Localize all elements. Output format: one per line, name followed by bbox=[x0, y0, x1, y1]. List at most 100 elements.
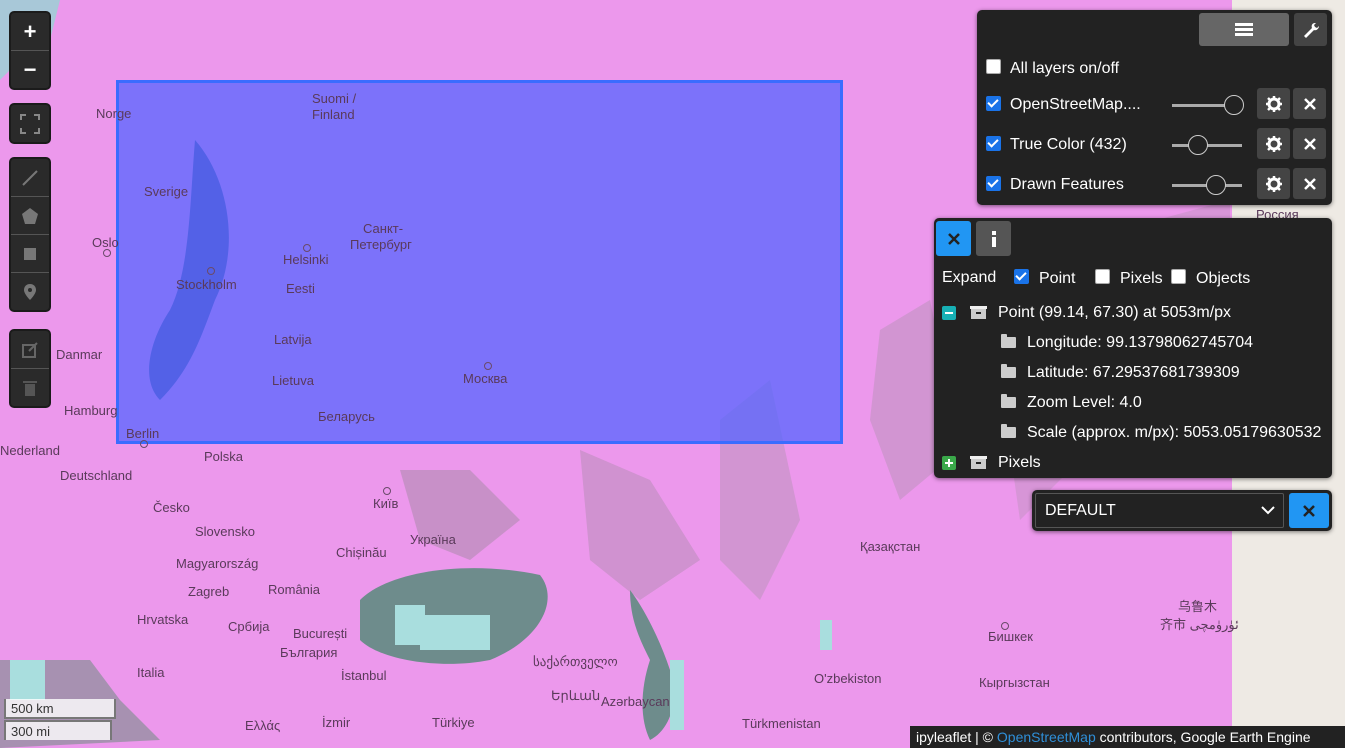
edit-layers-button[interactable] bbox=[11, 331, 49, 369]
map-label: Zagreb bbox=[188, 584, 230, 599]
layer-settings-button[interactable] bbox=[1257, 128, 1290, 159]
map-label: Київ bbox=[373, 496, 399, 511]
expand-option-checkbox[interactable] bbox=[1171, 269, 1186, 284]
expand-option-point: Point bbox=[1014, 269, 1075, 288]
pixels-node[interactable]: Pixels bbox=[942, 454, 1041, 472]
layer-name: Drawn Features bbox=[1010, 176, 1124, 193]
attribution-link[interactable]: OpenStreetMap bbox=[997, 729, 1096, 745]
edit-toolbar bbox=[9, 329, 51, 408]
polygon-icon bbox=[22, 207, 38, 224]
slider-knob[interactable] bbox=[1206, 175, 1226, 195]
point-node[interactable]: Point (99.14, 67.30) at 5053m/px bbox=[942, 304, 1231, 322]
tree-leaf: Zoom Level: 4.0 bbox=[1001, 394, 1142, 412]
layer-remove-button[interactable] bbox=[1293, 168, 1326, 199]
map-label: Finland bbox=[312, 107, 355, 122]
scale-bar-mi: 300 mi bbox=[4, 720, 112, 740]
map-label: Србија bbox=[228, 619, 270, 634]
basemap-selector: DEFAULT bbox=[1032, 490, 1332, 531]
draw-marker-button[interactable] bbox=[11, 273, 49, 310]
draw-rectangle-button[interactable] bbox=[11, 235, 49, 273]
layer-visibility-checkbox[interactable] bbox=[986, 176, 1001, 191]
folder-icon bbox=[1001, 364, 1016, 379]
layer-opacity-slider[interactable] bbox=[1172, 135, 1242, 155]
draw-polyline-button[interactable] bbox=[11, 159, 49, 197]
marker-icon bbox=[24, 283, 36, 300]
layer-remove-button[interactable] bbox=[1293, 128, 1326, 159]
layer-opacity-slider[interactable] bbox=[1172, 95, 1244, 115]
city-marker bbox=[1001, 622, 1009, 630]
all-layers-checkbox[interactable] bbox=[986, 59, 1001, 74]
zoom-out-button[interactable]: − bbox=[11, 51, 49, 88]
info-button[interactable] bbox=[976, 221, 1011, 256]
map-label: Magyarország bbox=[176, 556, 259, 571]
draw-polygon-button[interactable] bbox=[11, 197, 49, 235]
basemap-close-button[interactable] bbox=[1289, 493, 1329, 528]
map-label: Česko bbox=[153, 500, 190, 515]
map-label: Қазақстан bbox=[860, 539, 921, 554]
info-icon bbox=[991, 230, 996, 247]
map-label: Polska bbox=[204, 449, 244, 464]
scale-bar-km: 500 km bbox=[4, 699, 116, 719]
slider-knob[interactable] bbox=[1224, 95, 1244, 115]
settings-wrench-button[interactable] bbox=[1294, 13, 1327, 46]
delete-layers-button[interactable] bbox=[11, 369, 49, 406]
tree-leaf: Longitude: 99.13798062745704 bbox=[1001, 334, 1253, 352]
map-label: Санкт- bbox=[363, 221, 404, 236]
chevron-down-icon bbox=[1261, 506, 1275, 515]
map-label: Україна bbox=[410, 532, 456, 547]
map-label: Türkiye bbox=[432, 715, 475, 730]
expand-option-checkbox[interactable] bbox=[1095, 269, 1110, 284]
expand-option-objects: Objects bbox=[1171, 269, 1250, 288]
collapse-icon[interactable] bbox=[942, 305, 956, 320]
inspector-close-button[interactable] bbox=[936, 221, 971, 256]
slider-knob[interactable] bbox=[1188, 135, 1208, 155]
layer-name: OpenStreetMap.... bbox=[1010, 96, 1141, 113]
close-icon bbox=[1303, 97, 1316, 110]
city-marker bbox=[207, 267, 215, 275]
map-label: Danmar bbox=[56, 347, 103, 362]
scale-value: Scale (approx. m/px): 5053.05179630532 bbox=[1027, 424, 1322, 441]
trash-icon bbox=[23, 380, 37, 396]
basemap-select[interactable]: DEFAULT bbox=[1035, 493, 1284, 528]
expand-option-label: Point bbox=[1039, 270, 1076, 287]
map-label: 齐市 ئۈرۈمچى bbox=[1160, 617, 1239, 632]
map-label: Azərbaycan bbox=[601, 694, 670, 709]
map-label: Беларусь bbox=[318, 409, 375, 424]
layer-settings-button[interactable] bbox=[1257, 88, 1290, 119]
layers-icon bbox=[1235, 22, 1253, 36]
wrench-icon bbox=[1303, 22, 1319, 38]
fullscreen-control bbox=[9, 103, 51, 144]
map-label: București bbox=[293, 626, 348, 641]
layers-panel: All layers on/off OpenStreetMap.... True … bbox=[977, 10, 1332, 205]
layer-opacity-slider[interactable] bbox=[1172, 175, 1242, 195]
layer-name: True Color (432) bbox=[1010, 136, 1127, 153]
map-label: Deutschland bbox=[60, 468, 133, 483]
layers-toggle-button[interactable] bbox=[1199, 13, 1289, 46]
layer-settings-button[interactable] bbox=[1257, 168, 1290, 199]
folder-icon bbox=[1001, 334, 1016, 349]
expand-options: Expand bbox=[942, 269, 996, 287]
city-marker bbox=[484, 362, 492, 370]
map-label: Slovensko bbox=[195, 524, 255, 539]
attribution-suffix: contributors, Google Earth Engine bbox=[1095, 729, 1311, 745]
map-label: Stockholm bbox=[176, 277, 237, 292]
layer-remove-button[interactable] bbox=[1293, 88, 1326, 119]
map-label: Москва bbox=[463, 371, 508, 386]
map-label: Lietuva bbox=[272, 373, 314, 388]
expand-option-pixels: Pixels bbox=[1095, 269, 1163, 288]
expand-option-checkbox[interactable] bbox=[1014, 269, 1029, 284]
zoom-in-button[interactable]: + bbox=[11, 13, 49, 51]
inspector-panel: Expand Point Pixels Objects Point (99.14, … bbox=[934, 218, 1332, 478]
map-label: Ελλάς bbox=[245, 718, 281, 733]
tree-leaf: Scale (approx. m/px): 5053.05179630532 bbox=[1001, 424, 1321, 442]
map-label: Latvija bbox=[274, 332, 312, 347]
map-label: Nederland bbox=[0, 443, 60, 458]
map-label: България bbox=[280, 645, 338, 660]
drawn-rectangle[interactable] bbox=[116, 80, 843, 444]
layer-visibility-checkbox[interactable] bbox=[986, 136, 1001, 151]
layer-visibility-checkbox[interactable] bbox=[986, 96, 1001, 111]
fullscreen-button[interactable] bbox=[11, 105, 49, 142]
map-label: Norge bbox=[96, 106, 132, 121]
archive-icon bbox=[970, 306, 987, 320]
expand-icon[interactable] bbox=[942, 455, 956, 470]
